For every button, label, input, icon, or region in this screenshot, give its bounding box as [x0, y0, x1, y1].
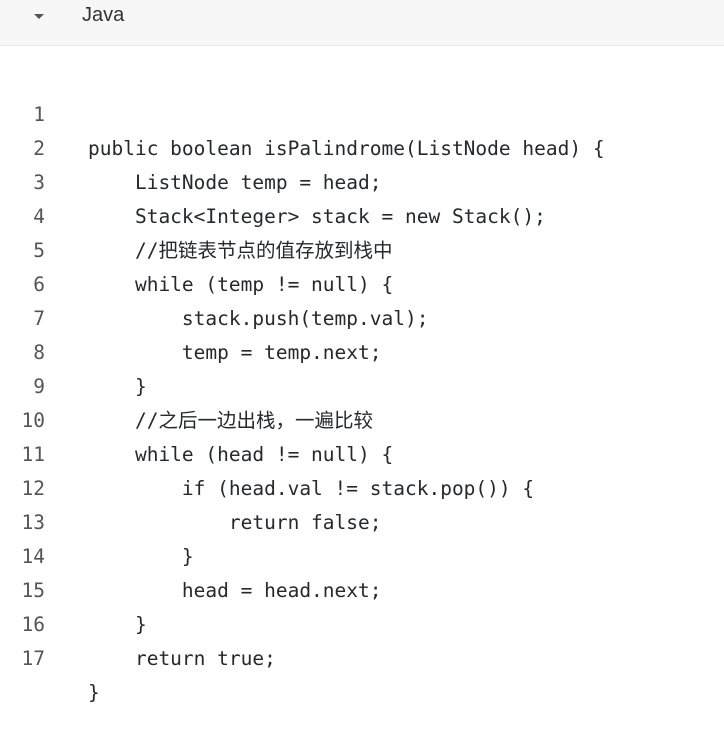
- code-line: 3 Stack<Integer> stack = new Stack();: [0, 132, 724, 228]
- code-line: 17 }: [0, 608, 724, 704]
- code-line: 15 }: [0, 540, 724, 636]
- code-language-label: Java: [82, 4, 125, 26]
- triangle-down-icon[interactable]: [30, 8, 48, 26]
- code-text: return true;: [88, 647, 276, 670]
- code-line: 6 stack.push(temp.val);: [0, 234, 724, 330]
- code-line: 7 temp = temp.next;: [0, 268, 724, 364]
- code-line: 8 }: [0, 302, 724, 398]
- code-line: 11 if (head.val != stack.pop()) {: [0, 404, 724, 500]
- code-line: 5 while (temp != null) {: [0, 200, 724, 296]
- code-line: 13 }: [0, 472, 724, 568]
- code-line: 1 public boolean isPalindrome(ListNode h…: [0, 64, 724, 160]
- code-line: 2 ListNode temp = head;: [0, 98, 724, 194]
- code-text: }: [88, 681, 100, 704]
- code-line: 9 //之后一边出栈，一遍比较: [0, 336, 724, 432]
- line-number: 17: [21, 647, 45, 670]
- code-line: 4 //把链表节点的值存放到栈中: [0, 166, 724, 262]
- code-editor[interactable]: 1 public boolean isPalindrome(ListNode h…: [0, 47, 724, 704]
- code-line: 14 head = head.next;: [0, 506, 724, 602]
- code-line: 10 while (head != null) {: [0, 370, 724, 466]
- code-line: 12 return false;: [0, 438, 724, 534]
- code-block-header: Java: [0, 0, 724, 46]
- code-line: 16 return true;: [0, 574, 724, 670]
